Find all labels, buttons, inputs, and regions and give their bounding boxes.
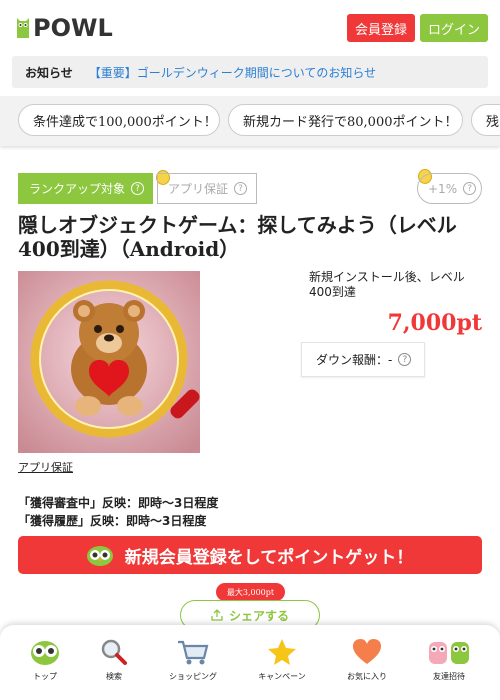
campaign-chip-label: 新規カード発行で80,000ポイント！	[243, 114, 458, 130]
logo[interactable]: POWL	[16, 14, 113, 42]
notice-bar: お知らせ 【重要】ゴールデンウィーク期間についてのお知らせ	[12, 56, 488, 88]
star-icon	[268, 639, 296, 665]
teddy-bear-magnifier-icon	[18, 271, 200, 453]
signup-cta-label: 新規会員登録をしてポイントゲット！	[124, 547, 414, 568]
nav-label: 検索	[106, 672, 122, 681]
question-icon: ?	[398, 353, 412, 366]
heart-icon	[353, 639, 381, 664]
share-icon	[211, 609, 223, 621]
nav-item-top[interactable]: トップ	[10, 637, 80, 682]
reflection-line: 「獲得履歴」反映：即時～3日程度	[18, 514, 207, 528]
nav-label: トップ	[33, 672, 57, 681]
campaign-strip: 条件達成で100,000ポイント！ 新規カード発行で80,000ポイント！ 残	[0, 96, 500, 146]
thumbnail-caption[interactable]: アプリ保証	[18, 459, 73, 475]
down-reward-label: ダウン報酬：-	[316, 353, 393, 367]
nav-item-invite[interactable]: 友達招待	[414, 637, 484, 682]
login-button[interactable]: ログイン	[420, 14, 488, 42]
campaign-chip[interactable]: 新規カード発行で80,000ポイント！	[228, 104, 463, 136]
notice-label: お知らせ	[25, 65, 73, 80]
campaign-chip-label: 条件達成で100,000ポイント！	[33, 114, 217, 130]
nav-item-search[interactable]: 検索	[79, 637, 149, 682]
campaign-chip-label: 残	[486, 114, 500, 130]
nav-label: ショッピング	[169, 672, 217, 681]
logo-text: POWL	[33, 14, 113, 42]
search-icon	[101, 639, 127, 665]
nav-item-campaign[interactable]: キャンペーン	[247, 637, 317, 682]
bonus-tag[interactable]: +1% ?	[417, 173, 482, 204]
nav-item-favorites[interactable]: お気に入り	[332, 637, 402, 682]
register-button[interactable]: 会員登録	[347, 14, 415, 42]
owl-logo-icon	[17, 18, 29, 38]
campaign-chip[interactable]: 条件達成で100,000ポイント！	[18, 104, 220, 136]
notice-link[interactable]: 【重要】ゴールデンウィーク期間についてのお知らせ	[89, 64, 376, 81]
owl-icon	[31, 641, 59, 665]
share-label: シェアする	[228, 608, 289, 623]
down-reward-box[interactable]: ダウン報酬：- ?	[301, 342, 425, 377]
bottom-nav: トップ 検索 ショッピング キャンペーン お気に入り 友達招待	[0, 625, 500, 700]
cart-icon	[178, 640, 209, 665]
app-guarantee-label: アプリ保証	[168, 182, 229, 196]
nav-label: 友達招待	[433, 672, 465, 681]
max-points-badge: 最大3,000pt	[216, 583, 285, 601]
offer-title: 隠しオブジェクトゲーム：探してみよう（レベル400到達）（Android）	[18, 213, 457, 261]
campaign-chip[interactable]: 残	[471, 104, 500, 136]
reflection-info: 「獲得審査中」反映：即時～3日程度 「獲得履歴」反映：即時～3日程度	[18, 494, 218, 530]
nav-label: お気に入り	[347, 672, 387, 681]
signup-cta-button[interactable]: 新規会員登録をしてポイントゲット！	[18, 536, 482, 574]
rank-up-label: ランクアップ対象	[29, 182, 126, 196]
friends-icon	[429, 642, 469, 664]
rank-up-tag[interactable]: ランクアップ対象 ?	[18, 173, 153, 204]
offer-points: 7,000pt	[387, 310, 482, 336]
header: POWL 会員登録 ログイン	[0, 0, 500, 56]
bonus-label: +1%	[428, 181, 458, 196]
app-guarantee-tag[interactable]: アプリ保証 ?	[157, 173, 257, 204]
offer-condition: 新規インストール後、レベル400到達	[309, 270, 465, 299]
reflection-line: 「獲得審査中」反映：即時～3日程度	[18, 496, 219, 510]
question-icon: ?	[463, 182, 477, 195]
nav-label: キャンペーン	[258, 672, 306, 681]
owl-icon	[86, 546, 113, 566]
nav-item-shopping[interactable]: ショッピング	[158, 637, 228, 682]
offer-thumbnail[interactable]	[18, 271, 200, 453]
question-icon: ?	[234, 182, 248, 195]
question-icon: ?	[131, 182, 145, 195]
